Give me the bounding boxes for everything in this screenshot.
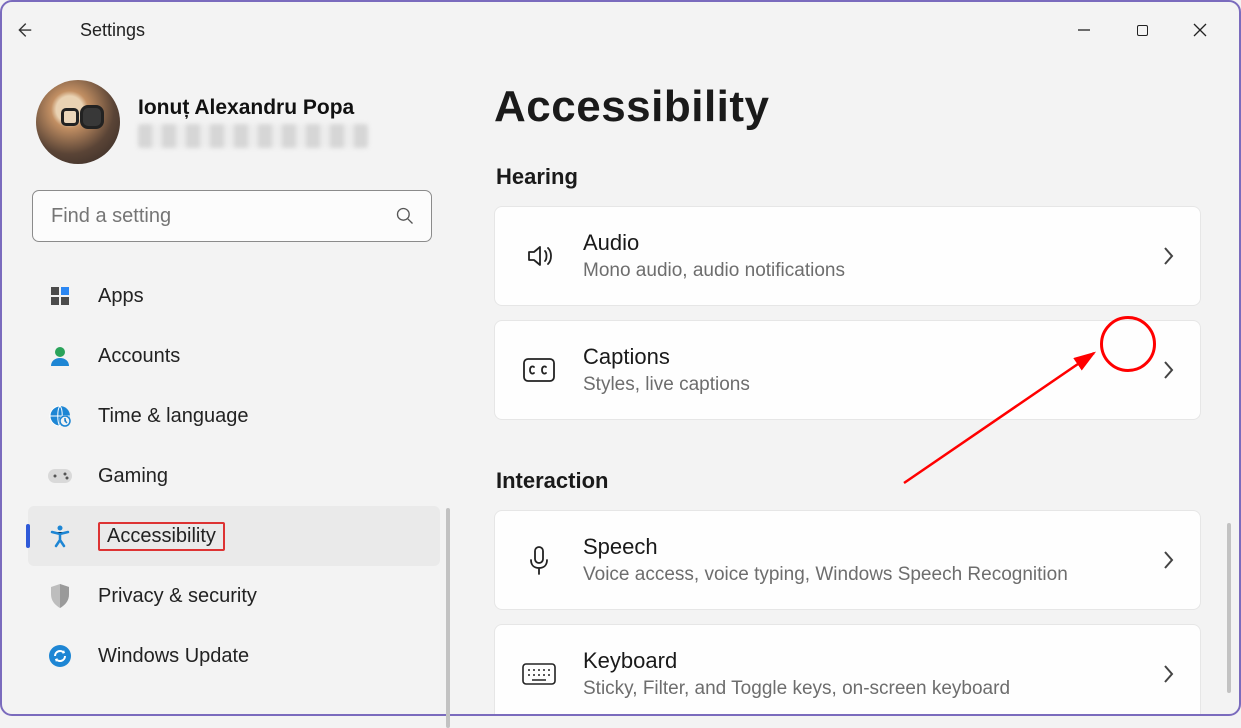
- card-subtitle: Sticky, Filter, and Toggle keys, on-scre…: [583, 678, 1136, 700]
- section-heading-interaction: Interaction: [496, 468, 1201, 494]
- app-title: Settings: [80, 20, 145, 41]
- sidebar-item-windows-update[interactable]: Windows Update: [2, 626, 454, 686]
- setting-card-keyboard[interactable]: Keyboard Sticky, Filter, and Toggle keys…: [494, 624, 1201, 714]
- sidebar-item-gaming[interactable]: Gaming: [2, 446, 454, 506]
- sidebar-item-label: Gaming: [98, 465, 168, 488]
- speech-icon: [495, 544, 583, 576]
- chevron-right-icon: [1136, 359, 1200, 381]
- maximize-button[interactable]: [1113, 10, 1171, 50]
- setting-card-audio[interactable]: Audio Mono audio, audio notifications: [494, 206, 1201, 306]
- chevron-right-icon: [1136, 549, 1200, 571]
- titlebar: Settings: [2, 2, 1239, 58]
- gaming-icon: [46, 462, 74, 490]
- chevron-right-icon: [1136, 663, 1200, 685]
- accounts-icon: [46, 342, 74, 370]
- privacy-icon: [46, 582, 74, 610]
- user-name: Ionuț Alexandru Popa: [138, 96, 368, 120]
- search-input[interactable]: [49, 204, 395, 229]
- sidebar-item-accessibility[interactable]: Accessibility: [28, 506, 440, 566]
- sidebar-item-label: Accounts: [98, 345, 180, 368]
- keyboard-icon: [495, 662, 583, 686]
- sidebar-item-time-language[interactable]: Time & language: [2, 386, 454, 446]
- user-block[interactable]: Ionuț Alexandru Popa: [2, 80, 454, 164]
- sidebar-item-label: Windows Update: [98, 645, 249, 668]
- setting-card-captions[interactable]: Captions Styles, live captions: [494, 320, 1201, 420]
- back-button[interactable]: [12, 19, 56, 41]
- card-subtitle: Styles, live captions: [583, 374, 1136, 396]
- card-subtitle: Mono audio, audio notifications: [583, 260, 1136, 282]
- sidebar-item-apps[interactable]: Apps: [2, 266, 454, 326]
- main-content: Accessibility Hearing Audio Mono audio, …: [454, 58, 1239, 714]
- chevron-right-icon: [1136, 245, 1200, 267]
- avatar: [36, 80, 120, 164]
- user-email-redacted: [138, 124, 368, 148]
- page-title: Accessibility: [494, 82, 1201, 132]
- sidebar-item-label: Accessibility: [98, 522, 225, 551]
- card-title: Keyboard: [583, 648, 1136, 674]
- search-icon: [395, 206, 415, 226]
- close-button[interactable]: [1171, 10, 1229, 50]
- captions-icon: [495, 357, 583, 383]
- sidebar-item-label: Time & language: [98, 405, 248, 428]
- update-icon: [46, 642, 74, 670]
- sidebar-scrollbar[interactable]: [446, 508, 450, 728]
- minimize-button[interactable]: [1055, 10, 1113, 50]
- sidebar: Ionuț Alexandru Popa Apps: [2, 58, 454, 714]
- setting-card-speech[interactable]: Speech Voice access, voice typing, Windo…: [494, 510, 1201, 610]
- card-subtitle: Voice access, voice typing, Windows Spee…: [583, 564, 1136, 586]
- sidebar-item-label: Privacy & security: [98, 585, 257, 608]
- main-scrollbar[interactable]: [1227, 523, 1231, 693]
- sidebar-item-label: Apps: [98, 285, 144, 308]
- sidebar-item-privacy[interactable]: Privacy & security: [2, 566, 454, 626]
- sidebar-item-accounts[interactable]: Accounts: [2, 326, 454, 386]
- time-language-icon: [46, 402, 74, 430]
- apps-icon: [46, 282, 74, 310]
- card-title: Captions: [583, 344, 1136, 370]
- window-controls: [1055, 10, 1229, 50]
- card-title: Audio: [583, 230, 1136, 256]
- card-title: Speech: [583, 534, 1136, 560]
- accessibility-icon: [46, 522, 74, 550]
- sidebar-nav: Apps Accounts Time & language: [2, 264, 454, 686]
- audio-icon: [495, 240, 583, 272]
- section-heading-hearing: Hearing: [496, 164, 1201, 190]
- search-box[interactable]: [32, 190, 432, 242]
